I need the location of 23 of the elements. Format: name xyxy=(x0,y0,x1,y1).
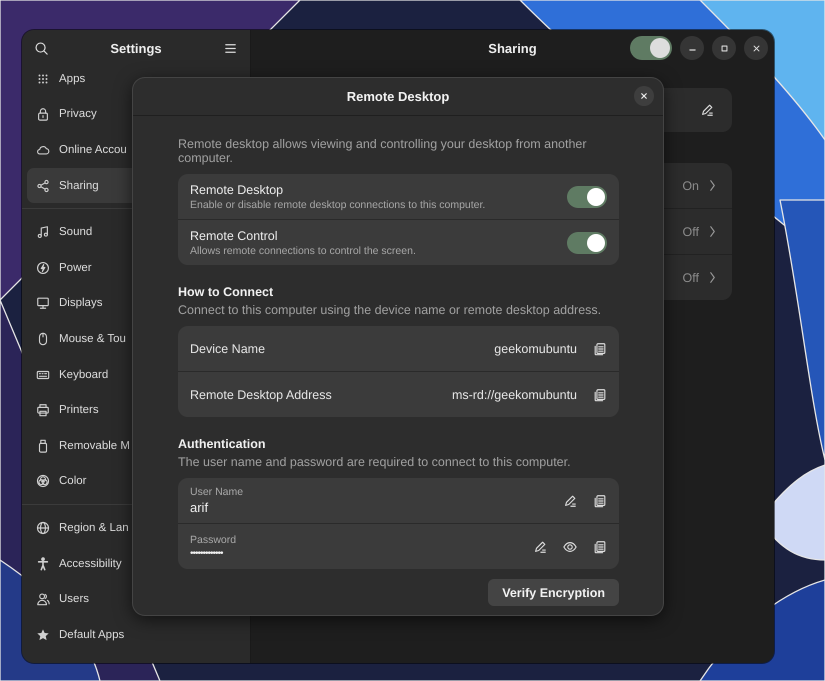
section-heading: How to Connect xyxy=(178,285,274,299)
toggle-subtitle: Allows remote connections to control the screen. xyxy=(190,244,417,256)
status-text: Off xyxy=(682,270,699,284)
field-label: Password xyxy=(190,534,238,546)
toggle-subtitle: Enable or disable remote desktop connections to this computer. xyxy=(190,198,486,210)
row-value: geekomubuntu xyxy=(494,342,577,356)
row-value: ms-rd://geekomubuntu xyxy=(452,388,577,402)
section-heading: Authentication xyxy=(178,437,266,451)
row-label: Device Name xyxy=(190,342,266,356)
status-text: Off xyxy=(682,224,699,238)
field-value: arif xyxy=(190,500,210,515)
section-description: The user name and password are required to connect to this computer. xyxy=(178,455,572,469)
row-label: Remote Desktop Address xyxy=(190,388,333,402)
intro-text: Remote desktop allows viewing and controlling your desktop from another computer. xyxy=(178,137,588,165)
field-value: ••••••••••••• xyxy=(190,548,224,559)
toggle-title: Remote Desktop xyxy=(190,182,284,196)
dialog-title: Remote Desktop xyxy=(346,89,450,104)
status-text: On xyxy=(682,178,699,192)
sidebar-title: Settings xyxy=(110,40,162,56)
field-label: User Name xyxy=(190,486,244,498)
toggle-title: Remote Control xyxy=(190,228,279,242)
section-description: Connect to this computer using the device name or remote desktop address. xyxy=(178,303,602,317)
window-title: Sharing xyxy=(488,40,537,56)
